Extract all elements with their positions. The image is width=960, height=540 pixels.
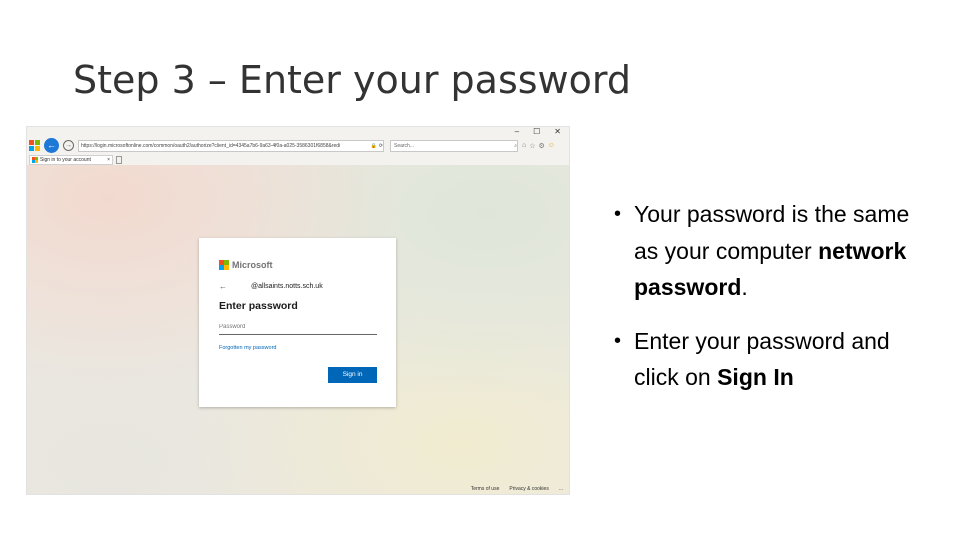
slide-title: Step 3 – Enter your password <box>73 58 631 102</box>
more-icon[interactable]: ... <box>559 486 563 492</box>
gear-icon[interactable]: ⚙ <box>539 142 545 150</box>
forward-arrow-icon[interactable]: → <box>63 140 74 151</box>
bullet-list: • Your password is the same as your comp… <box>614 196 934 413</box>
privacy-link[interactable]: Privacy & cookies <box>509 486 548 492</box>
login-card: Microsoft ← @allsaints.notts.sch.uk Ente… <box>199 238 396 407</box>
tab-favicon-icon <box>32 157 38 163</box>
browser-screenshot: – ☐ ✕ ← → https://login.microsoftonline.… <box>26 126 570 495</box>
brand-name: Microsoft <box>232 260 273 270</box>
smiley-icon[interactable]: ☺ <box>548 142 555 150</box>
back-arrow-icon[interactable]: ← <box>44 138 59 153</box>
back-icon[interactable]: ← <box>219 282 227 291</box>
tab-label: Sign in to your account <box>40 156 91 163</box>
tab-close-icon[interactable]: × <box>107 156 110 165</box>
search-icon[interactable]: ⌕ <box>514 141 517 151</box>
home-icon[interactable]: ⌂ <box>522 142 526 150</box>
account-email: @allsaints.notts.sch.uk <box>251 283 323 290</box>
search-placeholder: Search... <box>394 142 415 149</box>
maximize-icon[interactable]: ☐ <box>533 127 540 137</box>
windows-logo-icon <box>29 140 40 151</box>
forgot-password-link[interactable]: Forgotten my password <box>219 345 276 351</box>
bullet-dot-icon: • <box>614 203 622 225</box>
bullet-item: • Enter your password and click on Sign … <box>614 323 934 396</box>
lock-icon: 🔒 <box>370 142 377 149</box>
refresh-icon[interactable]: ⟳ <box>379 141 383 151</box>
address-row: ← → https://login.microsoftonline.com/co… <box>27 137 569 154</box>
toolbar-icons: ⌂ ☆ ⚙ ☺ <box>522 142 555 150</box>
window-controls: – ☐ ✕ <box>515 127 561 137</box>
new-tab-icon[interactable] <box>116 156 122 164</box>
tab-row: Sign in to your account × <box>27 155 569 165</box>
bullet-tail: . <box>741 274 748 300</box>
search-input[interactable]: Search... ⌕ <box>390 139 518 152</box>
url-text: https://login.microsoftonline.com/common… <box>81 142 341 149</box>
favorites-icon[interactable]: ☆ <box>529 142 535 150</box>
password-field[interactable] <box>219 321 377 335</box>
terms-link[interactable]: Terms of use <box>471 486 500 492</box>
tab-sign-in[interactable]: Sign in to your account × <box>29 155 113 165</box>
microsoft-logo-icon <box>219 260 229 270</box>
bullet-bold-text: Sign In <box>717 364 794 390</box>
close-icon[interactable]: ✕ <box>554 127 561 137</box>
page-footer: Terms of use Privacy & cookies ... <box>471 486 563 492</box>
bullet-dot-icon: • <box>614 329 622 352</box>
sign-in-button[interactable]: Sign in <box>328 367 377 383</box>
address-bar[interactable]: https://login.microsoftonline.com/common… <box>78 139 384 152</box>
minimize-icon[interactable]: – <box>515 127 519 137</box>
microsoft-logo: Microsoft <box>219 260 273 270</box>
page-background: Microsoft ← @allsaints.notts.sch.uk Ente… <box>27 165 569 494</box>
card-heading: Enter password <box>219 300 298 312</box>
bullet-item: • Your password is the same as your comp… <box>614 196 934 306</box>
